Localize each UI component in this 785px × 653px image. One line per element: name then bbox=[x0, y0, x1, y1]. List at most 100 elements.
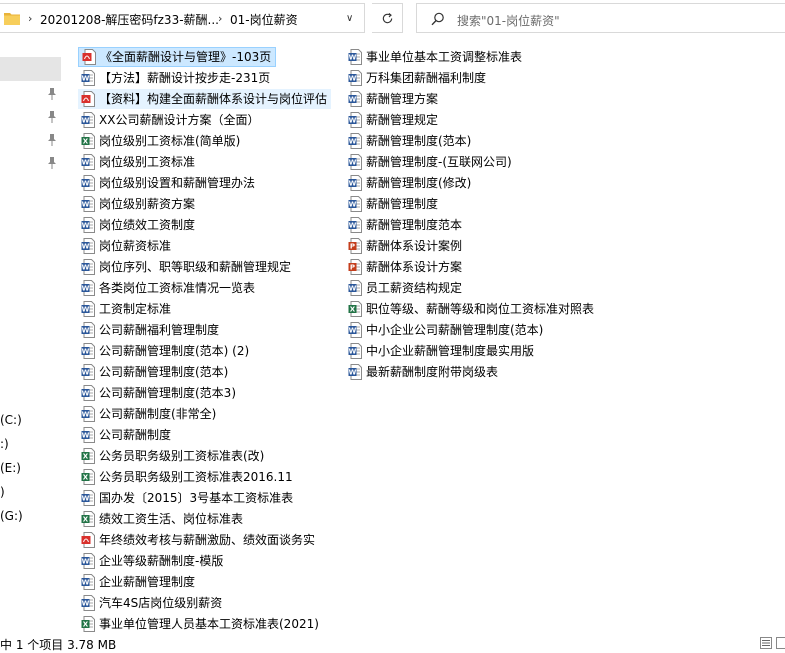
file-name: 国办发〔2015〕3号基本工资标准表 bbox=[99, 491, 294, 505]
file-list: 《全面薪酬设计与管理》-103页 W 【方法】薪酬设计按步走-231页【资料】构建全… bbox=[78, 44, 785, 634]
breadcrumb-parent[interactable]: 20201208-解压密码fz33-薪酬... bbox=[40, 11, 219, 28]
svg-text:W: W bbox=[82, 285, 90, 293]
svg-text:W: W bbox=[82, 180, 90, 188]
word-file-icon: W bbox=[81, 238, 95, 254]
nav-drive-c[interactable]: (C:) bbox=[0, 413, 22, 427]
file-item[interactable]: W 公司薪酬制度(非常全) bbox=[78, 404, 220, 424]
file-item[interactable]: W 薪酬管理制度-(互联网公司) bbox=[345, 152, 516, 172]
file-item[interactable]: X 事业单位管理人员基本工资标准表(2021) bbox=[78, 614, 323, 634]
pin-icon[interactable] bbox=[47, 88, 57, 100]
svg-text:X: X bbox=[350, 306, 356, 314]
excel-file-icon: X bbox=[81, 511, 95, 527]
file-item[interactable]: W 事业单位基本工资调整标准表 bbox=[345, 47, 526, 67]
file-item[interactable]: W 中小企业公司薪酬管理制度(范本) bbox=[345, 320, 547, 340]
file-item[interactable]: W 各类岗位工资标准情况一览表 bbox=[78, 278, 259, 298]
file-name: 薪酬管理制度范本 bbox=[366, 218, 463, 232]
file-item[interactable]: W 岗位薪资标准 bbox=[78, 236, 175, 256]
file-item[interactable]: 【资料】构建全面薪酬体系设计与岗位评估 bbox=[78, 89, 332, 109]
nav-item-selected[interactable] bbox=[0, 57, 61, 81]
file-item[interactable]: W XX公司薪酬设计方案（全面） bbox=[78, 110, 263, 130]
file-name: 【资料】构建全面薪酬体系设计与岗位评估 bbox=[99, 92, 328, 106]
file-item[interactable]: W 岗位绩效工资制度 bbox=[78, 215, 199, 235]
nav-drive-g[interactable]: (G:) bbox=[0, 509, 23, 523]
file-item[interactable]: W 薪酬管理制度范本 bbox=[345, 215, 466, 235]
file-item[interactable]: W 公司薪酬管理制度(范本) (2) bbox=[78, 341, 253, 361]
svg-text:W: W bbox=[349, 348, 357, 356]
large-icons-view-icon[interactable] bbox=[776, 637, 785, 649]
file-item[interactable]: W 工资制定标准 bbox=[78, 299, 175, 319]
file-item[interactable]: W 岗位级别工资标准 bbox=[78, 152, 199, 172]
file-item[interactable]: W 汽车4S店岗位级别薪资 bbox=[78, 593, 226, 613]
details-view-icon[interactable] bbox=[760, 637, 772, 649]
file-item[interactable]: W 最新薪酬制度附带岗级表 bbox=[345, 362, 502, 382]
svg-text:W: W bbox=[82, 558, 90, 566]
file-name: 公务员职务级别工资标准表2016.11 bbox=[99, 470, 293, 484]
file-item[interactable]: W 薪酬管理制度 bbox=[345, 194, 442, 214]
pin-icon[interactable] bbox=[47, 111, 57, 123]
file-item[interactable]: X 公务员职务级别工资标准表(改) bbox=[78, 446, 268, 466]
ppt-file-icon: P bbox=[348, 238, 362, 254]
word-file-icon: W bbox=[348, 70, 362, 86]
word-file-icon: W bbox=[348, 196, 362, 212]
svg-text:X: X bbox=[83, 474, 89, 482]
address-bar[interactable]: › 20201208-解压密码fz33-薪酬... › 01-岗位薪资 ∨ bbox=[0, 3, 365, 33]
svg-text:W: W bbox=[82, 390, 90, 398]
file-name: 岗位薪资标准 bbox=[99, 239, 172, 253]
nav-drive-f[interactable]: ) bbox=[0, 485, 5, 499]
file-item[interactable]: W 企业薪酬管理制度 bbox=[78, 572, 199, 592]
file-item[interactable]: 年终绩效考核与薪酬激励、绩效面谈务实 bbox=[78, 530, 319, 550]
file-item[interactable]: X 公务员职务级别工资标准表2016.11 bbox=[78, 467, 297, 487]
file-item[interactable]: W 企业等级薪酬制度-模版 bbox=[78, 551, 227, 571]
file-item[interactable]: W 薪酬管理制度(修改) bbox=[345, 173, 475, 193]
breadcrumb-current[interactable]: 01-岗位薪资 bbox=[230, 11, 298, 28]
file-name: 员工薪资结构规定 bbox=[366, 281, 463, 295]
file-item[interactable]: W 员工薪资结构规定 bbox=[345, 278, 466, 298]
nav-drive-e[interactable]: (E:) bbox=[0, 461, 21, 475]
file-item[interactable]: W 中小企业薪酬管理制度最实用版 bbox=[345, 341, 538, 361]
search-input[interactable]: 搜索"01-岗位薪资" bbox=[416, 3, 785, 33]
file-name: 工资制定标准 bbox=[99, 302, 172, 316]
status-bar: 中 1 个项目 3.78 MB bbox=[0, 633, 785, 653]
word-file-icon: W bbox=[348, 364, 362, 380]
file-name: 绩效工资生活、岗位标准表 bbox=[99, 512, 244, 526]
file-name: 岗位序列、职等职级和薪酬管理规定 bbox=[99, 260, 292, 274]
file-name: 公司薪酬管理制度(范本) (2) bbox=[99, 344, 250, 358]
file-name: 薪酬管理方案 bbox=[366, 92, 439, 106]
file-item[interactable]: W 万科集团薪酬福利制度 bbox=[345, 68, 490, 88]
svg-text:X: X bbox=[83, 138, 89, 146]
file-item[interactable]: W 公司薪酬管理制度(范本3) bbox=[78, 383, 240, 403]
file-item[interactable]: P 薪酬体系设计方案 bbox=[345, 257, 466, 277]
file-name: 薪酬管理制度(范本) bbox=[366, 134, 472, 148]
word-file-icon: W bbox=[81, 364, 95, 380]
ppt-file-icon: P bbox=[348, 259, 362, 275]
file-item[interactable]: W 公司薪酬管理制度(范本) bbox=[78, 362, 232, 382]
svg-text:W: W bbox=[82, 411, 90, 419]
svg-text:W: W bbox=[82, 432, 90, 440]
chevron-down-icon[interactable]: ∨ bbox=[346, 13, 353, 24]
file-item[interactable]: W 岗位级别薪资方案 bbox=[78, 194, 199, 214]
pin-icon[interactable] bbox=[47, 134, 57, 146]
word-file-icon: W bbox=[348, 133, 362, 149]
file-item[interactable]: W 国办发〔2015〕3号基本工资标准表 bbox=[78, 488, 297, 508]
nav-drive-d[interactable]: :) bbox=[0, 437, 9, 451]
refresh-button[interactable] bbox=[372, 3, 403, 33]
file-item[interactable]: W 岗位序列、职等职级和薪酬管理规定 bbox=[78, 257, 295, 277]
svg-text:X: X bbox=[83, 621, 89, 629]
file-item[interactable]: W 公司薪酬制度 bbox=[78, 425, 175, 445]
file-item[interactable]: W 【方法】薪酬设计按步走-231页 bbox=[78, 68, 274, 88]
word-file-icon: W bbox=[81, 343, 95, 359]
word-file-icon: W bbox=[348, 175, 362, 191]
file-item[interactable]: X 岗位级别工资标准(简单版) bbox=[78, 131, 244, 151]
file-name: 最新薪酬制度附带岗级表 bbox=[366, 365, 499, 379]
file-item[interactable]: W 薪酬管理规定 bbox=[345, 110, 442, 130]
pin-icon[interactable] bbox=[47, 157, 57, 169]
file-item[interactable]: 《全面薪酬设计与管理》-103页 bbox=[78, 47, 277, 67]
file-item[interactable]: X 职位等级、薪酬等级和岗位工资标准对照表 bbox=[345, 299, 598, 319]
file-item[interactable]: W 公司薪酬福利管理制度 bbox=[78, 320, 223, 340]
file-item[interactable]: P 薪酬体系设计案例 bbox=[345, 236, 466, 256]
word-file-icon: W bbox=[81, 490, 95, 506]
file-item[interactable]: X 绩效工资生活、岗位标准表 bbox=[78, 509, 247, 529]
file-item[interactable]: W 岗位级别设置和薪酬管理办法 bbox=[78, 173, 259, 193]
file-item[interactable]: W 薪酬管理制度(范本) bbox=[345, 131, 475, 151]
file-item[interactable]: W 薪酬管理方案 bbox=[345, 89, 442, 109]
